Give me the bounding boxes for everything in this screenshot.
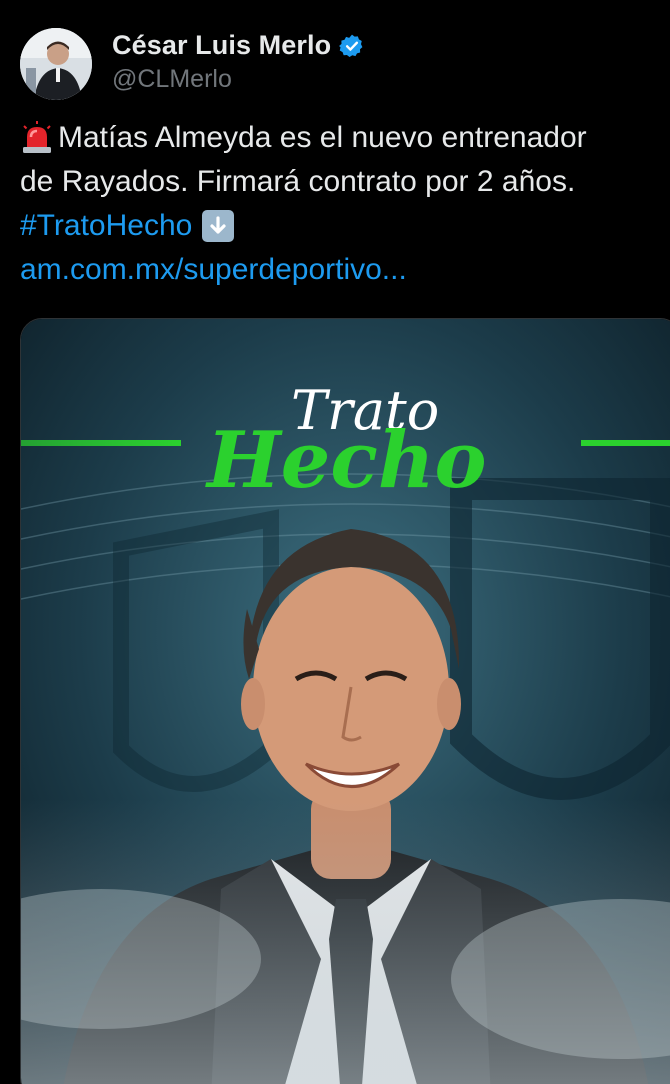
article-link[interactable]: am.com.mx/superdeportivo... xyxy=(20,248,407,292)
tweet[interactable]: César Luis Merlo @CLMerlo Matías Almeyda… xyxy=(0,0,670,1084)
green-rule-left xyxy=(21,440,181,446)
tweet-line-1: Matías Almeyda es el nuevo entrenador xyxy=(20,116,660,160)
headline-bottom: Hecho xyxy=(205,415,487,506)
tweet-line-2: de Rayados. Firmará contrato por 2 años. xyxy=(20,160,660,204)
tweet-line-1-text: Matías Almeyda es el nuevo entrenador xyxy=(58,121,587,154)
media-image[interactable]: Trato Hecho xyxy=(20,318,670,1084)
verified-badge-icon xyxy=(339,34,363,57)
avatar[interactable] xyxy=(20,28,92,100)
police-light-icon xyxy=(23,121,51,153)
author-display-name[interactable]: César Luis Merlo xyxy=(112,30,331,61)
media-graphic: Trato Hecho xyxy=(21,319,670,1084)
author-handle[interactable]: @CLMerlo xyxy=(112,65,365,94)
hashtag-link[interactable]: #TratoHecho xyxy=(20,204,192,248)
tweet-text: Matías Almeyda es el nuevo entrenador de… xyxy=(20,116,660,292)
tweet-line-4: am.com.mx/superdeportivo... xyxy=(20,248,660,292)
tweet-line-2-text: de Rayados. Firmará contrato por 2 años. xyxy=(20,165,576,198)
author-block[interactable]: César Luis Merlo @CLMerlo xyxy=(112,30,365,94)
tweet-line-3: #TratoHecho xyxy=(20,204,660,248)
down-arrow-icon xyxy=(202,210,235,242)
green-rule-right xyxy=(581,440,670,446)
avatar-image xyxy=(20,28,92,100)
